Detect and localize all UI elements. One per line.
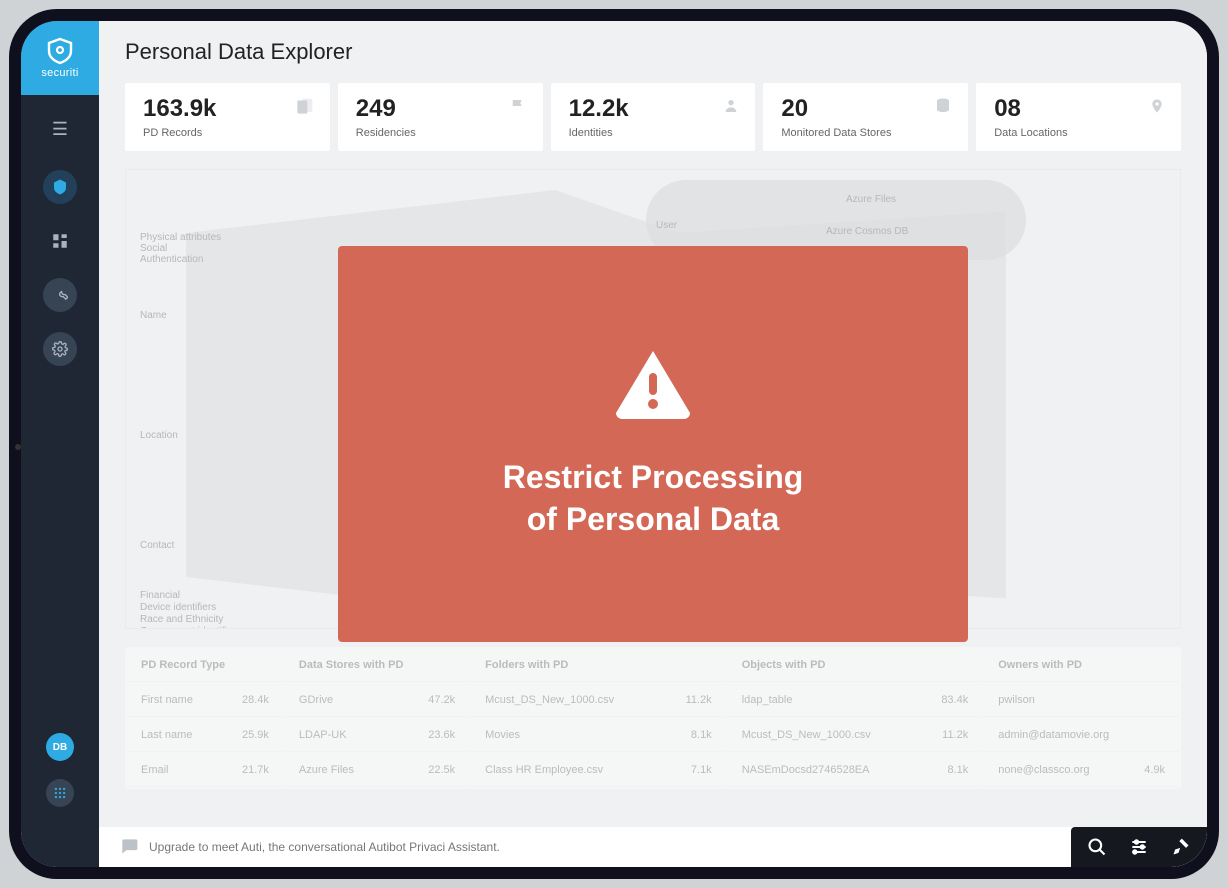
brand-logo[interactable]: securiti (21, 21, 99, 95)
screen: securiti ☰ DB (21, 21, 1207, 867)
brand-name: securiti (41, 67, 78, 79)
device-frame: securiti ☰ DB (9, 9, 1219, 879)
main-content: Personal Data Explorer 163.9k PD Records… (99, 21, 1207, 867)
sidebar-footer: DB (46, 733, 74, 807)
modal-overlay: Restrict Processing of Personal Data (99, 21, 1207, 867)
menu-toggle-icon[interactable]: ☰ (52, 119, 68, 140)
nav-settings-icon[interactable] (43, 332, 77, 366)
nav-explorer-icon[interactable] (43, 170, 77, 204)
sidebar-nav (43, 170, 77, 366)
sidebar: securiti ☰ DB (21, 21, 99, 867)
apps-launcher-icon[interactable] (46, 779, 74, 807)
shield-logo-icon (45, 37, 75, 65)
nav-dashboard-icon[interactable] (43, 224, 77, 258)
user-avatar[interactable]: DB (46, 733, 74, 761)
warning-triangle-icon (612, 347, 694, 419)
nav-tools-icon[interactable] (43, 278, 77, 312)
modal-title: Restrict Processing of Personal Data (503, 457, 804, 540)
restrict-processing-modal[interactable]: Restrict Processing of Personal Data (338, 246, 968, 642)
